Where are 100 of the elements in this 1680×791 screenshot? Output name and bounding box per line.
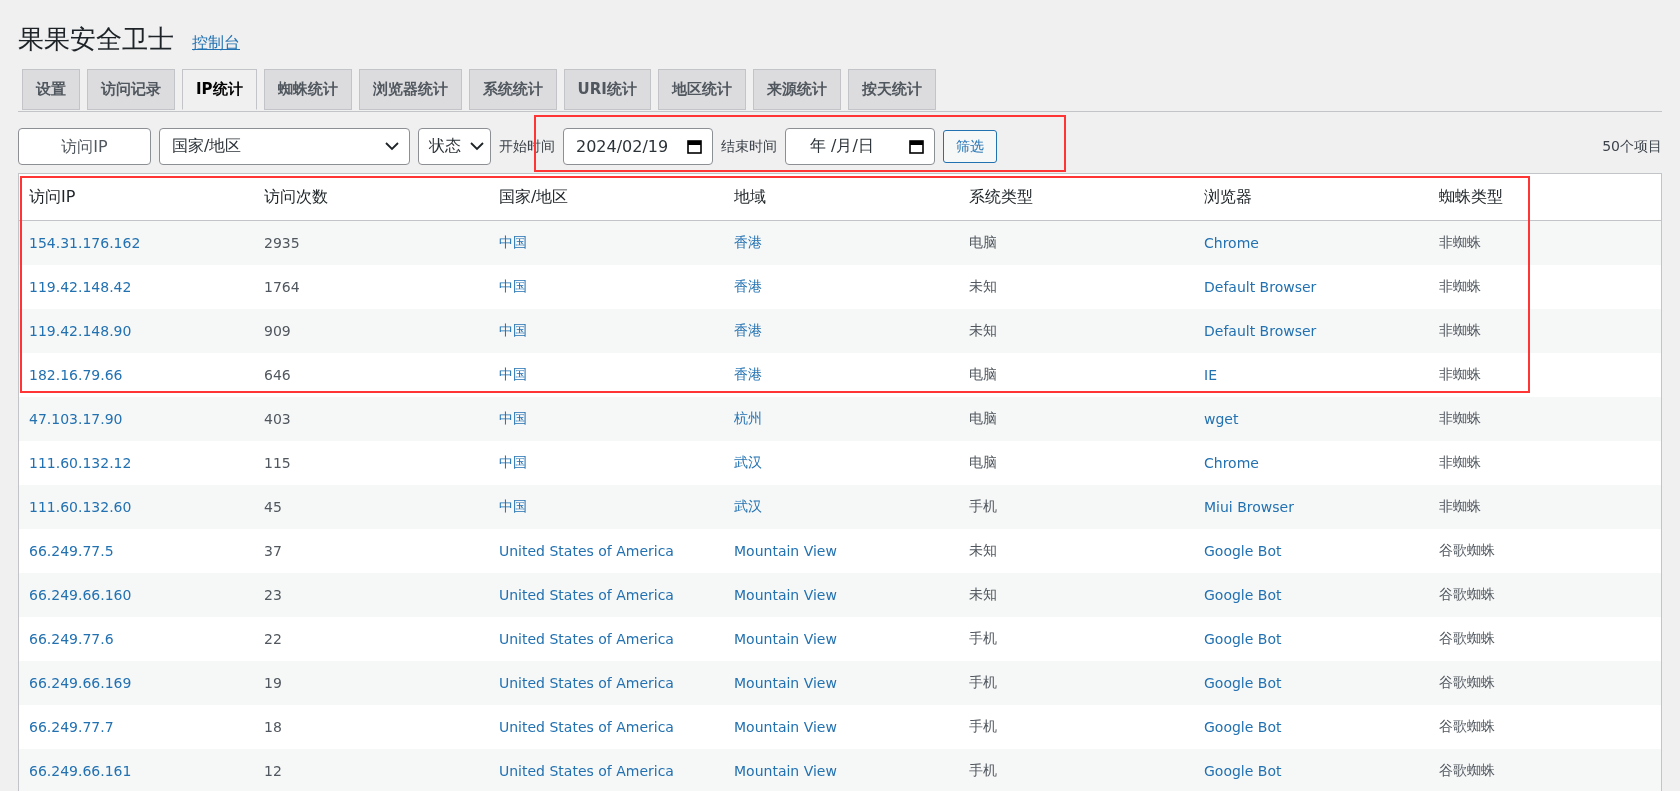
cell-link[interactable]: 香港 xyxy=(734,278,762,294)
cell-link[interactable]: 中国 xyxy=(499,278,527,294)
cell-link[interactable]: United States of America xyxy=(499,719,674,735)
cell-link[interactable]: 武汉 xyxy=(734,498,762,514)
cell-link[interactable]: United States of America xyxy=(499,543,674,559)
cell-link[interactable]: wget xyxy=(1204,411,1239,427)
table-cell: 12 xyxy=(254,749,489,791)
tab[interactable]: 地区统计 xyxy=(657,69,746,110)
cell-link[interactable]: Google Bot xyxy=(1204,719,1282,735)
tab[interactable]: URI统计 xyxy=(563,69,651,110)
table-cell: 45 xyxy=(254,485,489,529)
cell-link[interactable]: Mountain View xyxy=(734,587,837,603)
table-cell: 电脑 xyxy=(959,220,1194,265)
table-cell: 未知 xyxy=(959,309,1194,353)
cell-link[interactable]: 中国 xyxy=(499,454,527,470)
cell-link[interactable]: Chrome xyxy=(1204,235,1259,251)
cell-link[interactable]: 香港 xyxy=(734,234,762,250)
cell-link[interactable]: United States of America xyxy=(499,631,674,647)
cell-link[interactable]: 111.60.132.60 xyxy=(29,499,132,515)
cell-link[interactable]: Miui Browser xyxy=(1204,499,1294,515)
cell-link[interactable]: 武汉 xyxy=(734,454,762,470)
table-cell: 电脑 xyxy=(959,353,1194,397)
table-cell: 电脑 xyxy=(959,441,1194,485)
cell-link[interactable]: 66.249.77.7 xyxy=(29,719,114,735)
cell-link[interactable]: Mountain View xyxy=(734,631,837,647)
table-cell: 手机 xyxy=(959,661,1194,705)
cell-link[interactable]: 119.42.148.42 xyxy=(29,279,132,295)
table-cell: 手机 xyxy=(959,749,1194,791)
table-cell: 非蜘蛛 xyxy=(1429,265,1661,309)
cell-link[interactable]: 182.16.79.66 xyxy=(29,367,123,383)
ip-search-field[interactable]: 访问IP xyxy=(18,128,151,165)
cell-link[interactable]: 66.249.66.161 xyxy=(29,763,132,779)
cell-link[interactable]: 香港 xyxy=(734,366,762,382)
table-cell: 谷歌蜘蛛 xyxy=(1429,573,1661,617)
table-cell: 403 xyxy=(254,397,489,441)
cell-link[interactable]: Mountain View xyxy=(734,719,837,735)
tab[interactable]: 蜘蛛统计 xyxy=(263,69,352,110)
cell-link[interactable]: Mountain View xyxy=(734,763,837,779)
cell-link[interactable]: 66.249.77.6 xyxy=(29,631,114,647)
tab[interactable]: 系统统计 xyxy=(468,69,557,110)
cell-link[interactable]: Default Browser xyxy=(1204,323,1317,339)
table-cell: 23 xyxy=(254,573,489,617)
end-date-field[interactable]: 年 /月/日 xyxy=(785,128,935,165)
column-header: 地域 xyxy=(724,174,959,221)
calendar-icon xyxy=(687,139,702,154)
cell-link[interactable]: 杭州 xyxy=(734,410,762,426)
tab[interactable]: 来源统计 xyxy=(752,69,841,110)
cell-link[interactable]: 111.60.132.12 xyxy=(29,455,132,471)
cell-link[interactable]: Google Bot xyxy=(1204,543,1282,559)
cell-link[interactable]: Default Browser xyxy=(1204,279,1317,295)
cell-link[interactable]: Google Bot xyxy=(1204,763,1282,779)
filter-button[interactable]: 筛选 xyxy=(943,130,997,163)
cell-link[interactable]: Google Bot xyxy=(1204,587,1282,603)
cell-link[interactable]: 香港 xyxy=(734,322,762,338)
cell-link[interactable]: 中国 xyxy=(499,234,527,250)
cell-link[interactable]: Google Bot xyxy=(1204,675,1282,691)
table-cell: 22 xyxy=(254,617,489,661)
table-cell: 未知 xyxy=(959,529,1194,573)
item-count: 50个项目 xyxy=(1602,137,1662,156)
dashboard-link[interactable]: 控制台 xyxy=(192,33,240,54)
cell-link[interactable]: Google Bot xyxy=(1204,631,1282,647)
tab[interactable]: 按天统计 xyxy=(847,69,936,110)
tab[interactable]: 浏览器统计 xyxy=(358,69,462,110)
cell-link[interactable]: 中国 xyxy=(499,366,527,382)
country-select[interactable]: 国家/地区 xyxy=(159,128,410,165)
cell-link[interactable]: 154.31.176.162 xyxy=(29,235,141,251)
table-cell: 手机 xyxy=(959,705,1194,749)
cell-link[interactable]: 中国 xyxy=(499,498,527,514)
calendar-icon xyxy=(909,139,924,154)
chevron-down-icon xyxy=(385,142,399,151)
table-cell: 未知 xyxy=(959,265,1194,309)
page-title: 果果安全卫士 xyxy=(18,23,174,56)
cell-link[interactable]: 47.103.17.90 xyxy=(29,411,123,427)
cell-link[interactable]: 中国 xyxy=(499,410,527,426)
cell-link[interactable]: 66.249.77.5 xyxy=(29,543,114,559)
cell-link[interactable]: Mountain View xyxy=(734,543,837,559)
tab[interactable]: 访问记录 xyxy=(87,69,175,110)
tab[interactable]: 设置 xyxy=(22,69,80,110)
column-header: 访问IP xyxy=(19,174,254,221)
cell-link[interactable]: Mountain View xyxy=(734,675,837,691)
cell-link[interactable]: 66.249.66.169 xyxy=(29,675,132,691)
tab[interactable]: IP统计 xyxy=(182,69,257,110)
table-cell: 谷歌蜘蛛 xyxy=(1429,529,1661,573)
table-cell: 电脑 xyxy=(959,397,1194,441)
table-cell: 非蜘蛛 xyxy=(1429,220,1661,265)
cell-link[interactable]: 中国 xyxy=(499,322,527,338)
table-cell: 谷歌蜘蛛 xyxy=(1429,617,1661,661)
start-date-field[interactable]: 2024/02/19 xyxy=(563,128,713,165)
table-cell: 19 xyxy=(254,661,489,705)
table-cell: 手机 xyxy=(959,617,1194,661)
cell-link[interactable]: IE xyxy=(1204,367,1217,383)
table-cell: 未知 xyxy=(959,573,1194,617)
table-cell: 非蜘蛛 xyxy=(1429,441,1661,485)
cell-link[interactable]: Chrome xyxy=(1204,455,1259,471)
table-cell: 谷歌蜘蛛 xyxy=(1429,749,1661,791)
cell-link[interactable]: 66.249.66.160 xyxy=(29,587,132,603)
cell-link[interactable]: 119.42.148.90 xyxy=(29,323,132,339)
status-select[interactable]: 状态 xyxy=(418,128,491,165)
table-cell: 1764 xyxy=(254,265,489,309)
column-header: 访问次数 xyxy=(254,174,489,221)
